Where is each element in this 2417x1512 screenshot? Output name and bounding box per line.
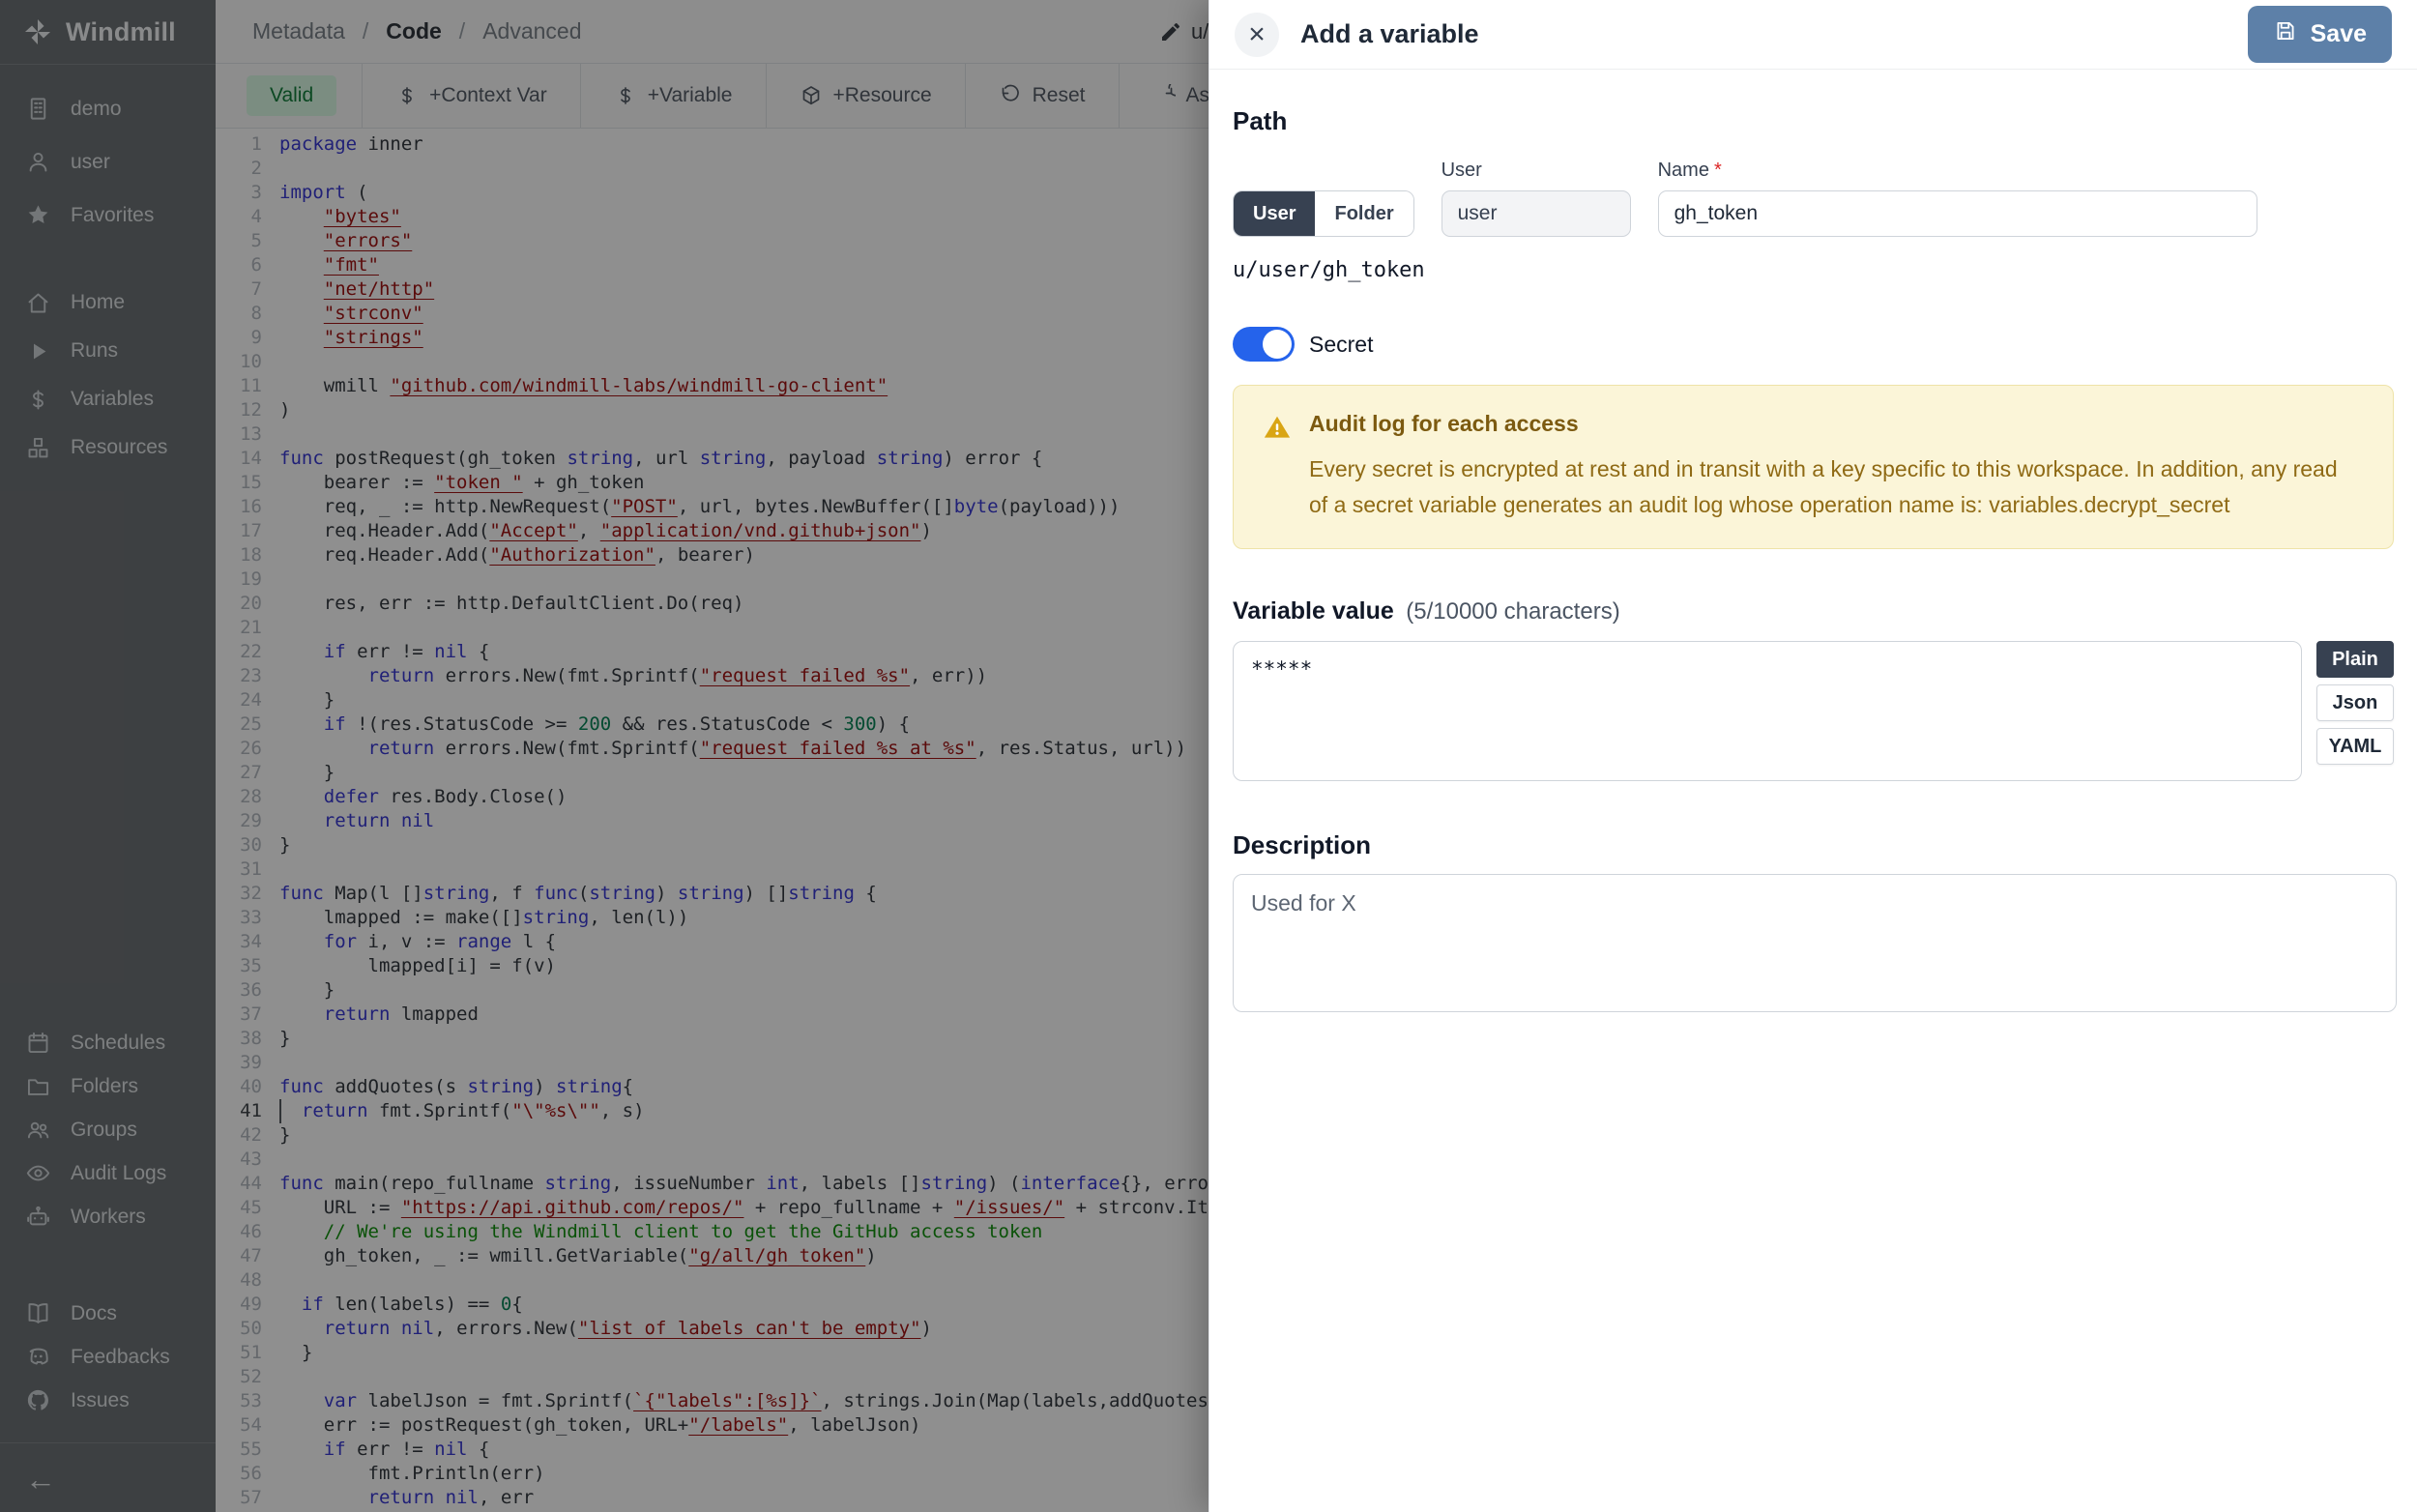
owner-field-label: User [1441, 160, 1631, 182]
owner-field: User [1441, 160, 1631, 237]
save-button[interactable]: Save [2248, 6, 2392, 63]
variable-value-heading-row: Variable value (5/10000 characters) [1233, 597, 2394, 625]
required-asterisk: * [1714, 160, 1722, 181]
audit-warning-text: Audit log for each access Every secret i… [1309, 411, 2353, 523]
character-counter: (5/10000 characters) [1406, 598, 1619, 625]
format-yaml-button[interactable]: YAML [2316, 728, 2394, 765]
variable-value-input[interactable]: ***** [1233, 641, 2302, 781]
description-heading: Description [1233, 830, 2394, 860]
format-json-button[interactable]: Json [2316, 684, 2394, 721]
warning-icon [1263, 413, 1292, 442]
variable-value-wrap: ***** Plain Json YAML [1233, 641, 2394, 786]
secret-toggle[interactable] [1233, 327, 1295, 362]
name-field: Name* [1658, 160, 2257, 237]
description-input[interactable]: Used for X [1233, 874, 2397, 1012]
owner-kind-user[interactable]: User [1234, 191, 1315, 236]
drawer-header: × Add a variable Save [1209, 0, 2417, 70]
owner-kind-toggle: UserFolder [1233, 190, 1414, 237]
format-button-group: Plain Json YAML [2316, 641, 2394, 765]
toggle-knob [1263, 330, 1292, 359]
path-section-heading: Path [1233, 106, 2394, 136]
description-section: Description Used for X [1233, 830, 2394, 1017]
audit-warning-box: Audit log for each access Every secret i… [1233, 385, 2394, 549]
add-variable-drawer: × Add a variable Save Path UserFolder Us… [1208, 0, 2417, 1512]
owner-input[interactable] [1441, 190, 1631, 237]
variable-value-heading: Variable value [1233, 597, 1394, 625]
variable-value-section: Variable value (5/10000 characters) ****… [1233, 597, 2394, 786]
audit-warning-title: Audit log for each access [1309, 411, 2353, 437]
save-icon [2273, 18, 2298, 50]
drawer-body: Path UserFolder User Name* u/user/gh_tok… [1209, 70, 2417, 1017]
secret-row: Secret [1233, 327, 2394, 362]
close-icon: × [1248, 18, 1266, 51]
audit-warning-body: Every secret is encrypted at rest and in… [1309, 451, 2353, 523]
close-button[interactable]: × [1235, 13, 1279, 57]
drawer-title: Add a variable [1300, 19, 1479, 49]
name-field-label: Name* [1658, 160, 2257, 182]
secret-label: Secret [1309, 332, 1373, 358]
full-path-text: u/user/gh_token [1233, 258, 2394, 282]
save-button-label: Save [2311, 20, 2367, 48]
owner-kind-folder[interactable]: Folder [1315, 191, 1412, 236]
format-plain-button[interactable]: Plain [2316, 641, 2394, 678]
name-input[interactable] [1658, 190, 2257, 237]
path-fields-row: UserFolder User Name* [1233, 160, 2394, 237]
